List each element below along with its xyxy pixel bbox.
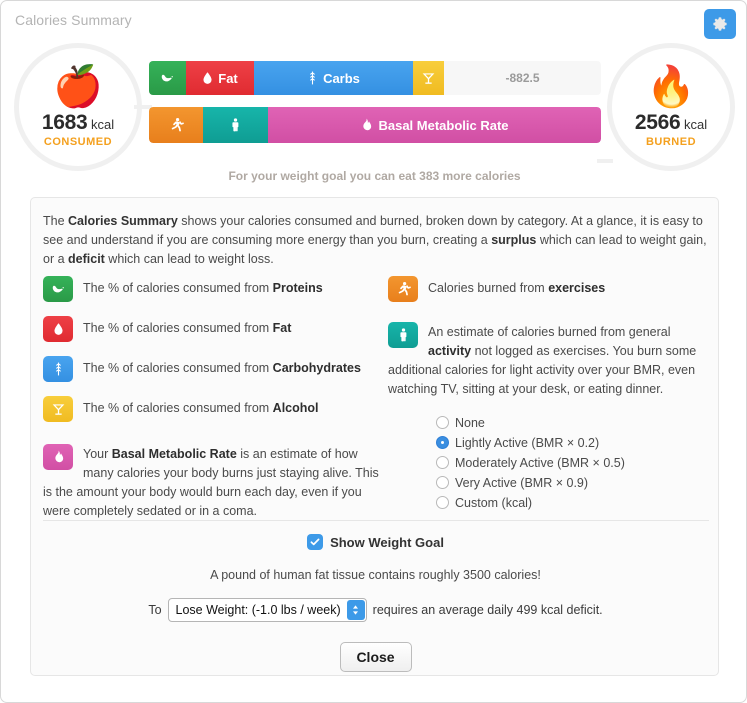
radio-option-none[interactable]: None <box>436 413 709 432</box>
radio-icon-lightly-active[interactable] <box>436 436 449 449</box>
legend-text-activity: An estimate of calories burned from gene… <box>388 325 697 396</box>
legend-item-exercises: Calories burned from exercises <box>388 276 709 302</box>
settings-button[interactable] <box>704 9 736 39</box>
wheat-icon <box>310 71 315 85</box>
chevron-updown-icon <box>353 605 359 615</box>
goal-suffix-label: requires an average daily 499 kcal defic… <box>372 603 603 617</box>
fat-chip <box>43 316 73 342</box>
radio-icon-moderately-active[interactable] <box>436 456 449 469</box>
legend-text-proteins: The % of calories consumed from Proteins <box>83 281 323 295</box>
radio-option-moderately-active[interactable]: Moderately Active (BMR × 0.5) <box>436 453 709 472</box>
consumed-value: 1683 kcal <box>41 110 115 134</box>
droplet-icon <box>53 322 63 335</box>
radio-label-custom: Custom (kcal) <box>455 495 533 510</box>
cocktail-icon <box>422 72 435 84</box>
wheat-icon <box>55 362 61 376</box>
segment-proteins[interactable] <box>149 61 186 95</box>
consumed-circle: 🍎 1683 kcal CONSUMED <box>14 43 142 171</box>
flame-icon <box>363 118 372 131</box>
activity-level-radio-group: None Lightly Active (BMR × 0.2) Moderate… <box>388 413 709 512</box>
radio-icon-custom[interactable] <box>436 496 449 509</box>
runner-icon <box>398 282 411 296</box>
radio-icon-very-active[interactable] <box>436 476 449 489</box>
drumstick-icon <box>52 285 64 292</box>
titlebar: Calories Summary <box>1 1 746 41</box>
burned-label: BURNED <box>645 135 697 148</box>
checkbox-icon[interactable] <box>307 534 324 550</box>
consumed-label: CONSUMED <box>43 135 113 148</box>
person-icon <box>232 118 239 132</box>
radio-option-very-active[interactable]: Very Active (BMR × 0.9) <box>436 473 709 492</box>
show-weight-goal-checkbox[interactable]: Show Weight Goal <box>307 534 444 550</box>
segment-bmr[interactable]: Basal Metabolic Rate <box>268 107 601 143</box>
intake-bar: Fat Carbs -882.5 <box>149 61 601 95</box>
radio-label-very-active: Very Active (BMR × 0.9) <box>455 475 589 490</box>
legend-item-fat: The % of calories consumed from Fat <box>43 316 381 342</box>
flame-icon <box>54 450 63 463</box>
exercises-chip <box>388 276 418 302</box>
legend-column-right: Calories burned from exercises An estima… <box>388 276 709 513</box>
segment-bmr-label: Basal Metabolic Rate <box>378 117 509 133</box>
weight-goal-select[interactable]: Lose Weight: (-1.0 lbs / week) <box>167 598 367 622</box>
segment-fat[interactable]: Fat <box>186 61 254 95</box>
footer-divider <box>43 520 709 521</box>
segment-exercises[interactable] <box>149 107 203 143</box>
weight-goal-row: To Lose Weight: (-1.0 lbs / week) requir… <box>31 598 720 622</box>
legend-text-bmr: Your Basal Metabolic Rate is an estimate… <box>43 447 379 518</box>
radio-option-lightly-active[interactable]: Lightly Active (BMR × 0.2) <box>436 433 709 452</box>
calories-summary-graphic: 🍎 1683 kcal CONSUMED Fat Carbs -882.5 Ba… <box>1 41 747 191</box>
person-icon <box>399 328 406 342</box>
bmr-chip <box>43 444 73 470</box>
radio-option-custom[interactable]: Custom (kcal) <box>436 493 709 512</box>
burned-value: 2566 kcal <box>634 110 708 134</box>
flame-icon: 🔥 <box>646 64 696 109</box>
legend-column-left: The % of calories consumed from Proteins… <box>43 276 381 535</box>
legend-item-activity: An estimate of calories burned from gene… <box>388 322 709 399</box>
radio-label-moderately-active: Moderately Active (BMR × 0.5) <box>455 455 625 470</box>
proteins-chip <box>43 276 73 302</box>
weight-goal-selected-value: Lose Weight: (-1.0 lbs / week) <box>175 603 341 617</box>
segment-fat-label: Fat <box>218 70 238 86</box>
cocktail-icon <box>52 403 64 415</box>
segment-activity[interactable] <box>203 107 268 143</box>
goal-note: For your weight goal you can eat 383 mor… <box>228 169 521 183</box>
check-icon <box>310 538 320 546</box>
drumstick-icon <box>161 74 173 81</box>
radio-icon-none[interactable] <box>436 416 449 429</box>
droplet-icon <box>203 71 212 84</box>
burned-circle: 🔥 2566 kcal BURNED <box>607 43 735 171</box>
segment-carbs[interactable]: Carbs <box>254 61 413 95</box>
runner-icon <box>171 118 184 132</box>
legend-text-exercises: Calories burned from exercises <box>428 281 606 295</box>
legend-text-fat: The % of calories consumed from Fat <box>83 321 292 335</box>
page-title: Calories Summary <box>15 12 132 28</box>
burn-bar: Basal Metabolic Rate <box>149 107 601 143</box>
alcohol-chip <box>43 396 73 422</box>
legend-text-carbohydrates: The % of calories consumed from Carbohyd… <box>83 361 361 375</box>
legend-item-carbohydrates: The % of calories consumed from Carbohyd… <box>43 356 381 382</box>
intro-paragraph: The Calories Summary shows your calories… <box>43 214 707 266</box>
select-stepper-arrows-icon[interactable] <box>346 600 365 620</box>
carbohydrates-chip <box>43 356 73 382</box>
intake-remainder: -882.5 <box>505 71 540 85</box>
legend-text-alcohol: The % of calories consumed from Alcohol <box>83 401 319 415</box>
legend-item-bmr: Your Basal Metabolic Rate is an estimate… <box>43 444 381 521</box>
goal-prefix-label: To <box>148 603 162 617</box>
fat-tissue-note: A pound of human fat tissue contains rou… <box>210 568 541 582</box>
connector-right <box>597 159 613 163</box>
show-weight-goal-label: Show Weight Goal <box>330 534 444 550</box>
gear-icon <box>713 17 727 31</box>
radio-label-none: None <box>455 415 485 430</box>
legend-item-alcohol: The % of calories consumed from Alcohol <box>43 396 381 422</box>
calories-summary-window: Calories Summary 🍎 1683 kcal CONSUMED Fa… <box>0 0 747 703</box>
radio-label-lightly-active: Lightly Active (BMR × 0.2) <box>455 435 600 450</box>
segment-carbs-label: Carbs <box>323 70 360 86</box>
legend-item-proteins: The % of calories consumed from Proteins <box>43 276 381 302</box>
apple-icon: 🍎 <box>53 64 103 109</box>
segment-alcohol[interactable] <box>413 61 444 95</box>
close-button[interactable]: Close <box>339 642 412 672</box>
activity-chip <box>388 322 418 348</box>
info-panel: The Calories Summary shows your calories… <box>30 197 719 676</box>
panel-footer: Show Weight Goal A pound of human fat ti… <box>31 534 720 672</box>
